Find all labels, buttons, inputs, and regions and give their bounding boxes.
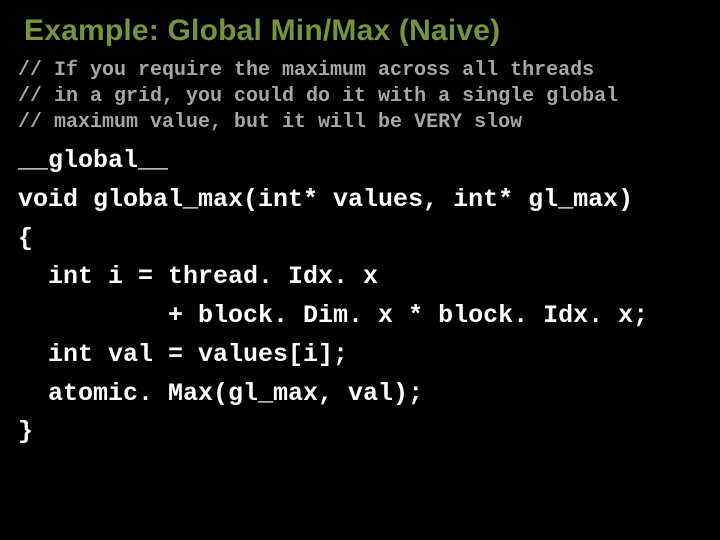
code-line: void global_max(int* values, int* gl_max… bbox=[18, 185, 633, 214]
slide-title: Example: Global Min/Max (Naive) bbox=[24, 14, 702, 48]
code-line: int val = values[i]; bbox=[18, 340, 348, 369]
comment-line: // maximum value, but it will be VERY sl… bbox=[18, 111, 522, 134]
code-comments: // If you require the maximum across all… bbox=[18, 58, 702, 136]
code-line: int i = thread. Idx. x bbox=[18, 262, 378, 291]
comment-line: // If you require the maximum across all… bbox=[18, 59, 594, 82]
code-line: __global__ bbox=[18, 146, 168, 175]
code-line: { bbox=[18, 224, 33, 253]
slide: Example: Global Min/Max (Naive) // If yo… bbox=[0, 0, 720, 540]
code-line: + block. Dim. x * block. Idx. x; bbox=[18, 301, 648, 330]
code-line: atomic. Max(gl_max, val); bbox=[18, 379, 423, 408]
comment-line: // in a grid, you could do it with a sin… bbox=[18, 85, 618, 108]
code-line: } bbox=[18, 417, 33, 446]
code-block: __global__ void global_max(int* values, … bbox=[18, 142, 702, 452]
